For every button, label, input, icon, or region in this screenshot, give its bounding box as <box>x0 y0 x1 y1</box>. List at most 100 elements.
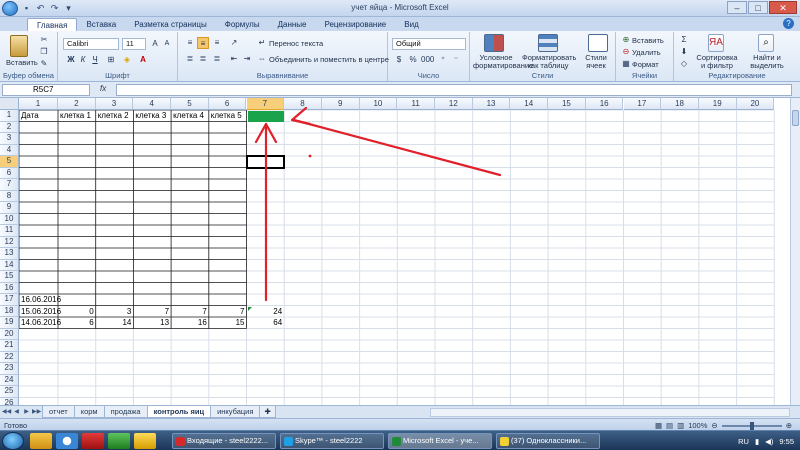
row-header[interactable]: 12 <box>0 236 19 248</box>
name-box[interactable]: R5C7 <box>2 84 90 96</box>
wrap-text-icon[interactable]: ↵ <box>256 37 268 49</box>
column-header[interactable]: 18 <box>661 98 699 110</box>
page-layout-view-icon[interactable]: ▤ <box>666 421 673 430</box>
start-button[interactable] <box>2 432 24 450</box>
decrease-indent-icon[interactable]: ⇤ <box>228 53 240 65</box>
sheet-tab-egg-control[interactable]: контроль яиц <box>146 406 212 418</box>
fill-color-icon[interactable]: ◈ <box>121 54 133 66</box>
italic-button[interactable]: К <box>77 54 89 66</box>
value-cell[interactable]: 0 <box>60 306 93 318</box>
prev-sheet-icon[interactable]: ◀ <box>12 407 21 417</box>
task-mail[interactable]: Входящие - steel2222... <box>172 433 276 449</box>
row-header[interactable]: 5 <box>0 156 19 168</box>
currency-icon[interactable]: $ <box>393 54 405 66</box>
header-cell[interactable]: Дата <box>21 110 56 122</box>
delete-cells-button[interactable]: Удалить <box>632 48 661 57</box>
tab-data[interactable]: Данные <box>269 18 316 31</box>
increase-indent-icon[interactable]: ⇥ <box>241 53 253 65</box>
total-cell[interactable]: 24 <box>249 306 282 318</box>
number-format-select[interactable]: Общий <box>392 38 466 50</box>
delete-cells-icon[interactable]: ⊖ <box>620 46 632 58</box>
format-painter-icon[interactable]: ✎ <box>38 58 50 70</box>
row-header[interactable]: 25 <box>0 386 19 398</box>
header-cell[interactable]: клетка 4 <box>173 110 207 122</box>
value-cell[interactable]: 7 <box>135 306 169 318</box>
orientation-icon[interactable]: ↗ <box>228 37 240 49</box>
volume-icon[interactable]: ◀) <box>765 437 773 446</box>
underline-button[interactable]: Ч <box>89 54 101 66</box>
media-player-icon[interactable] <box>56 433 78 449</box>
row-header[interactable]: 4 <box>0 144 19 156</box>
tab-page-layout[interactable]: Разметка страницы <box>125 18 216 31</box>
header-cell[interactable]: клетка 5 <box>211 110 245 122</box>
row-header[interactable]: 14 <box>0 259 19 271</box>
header-cell[interactable]: клетка 3 <box>135 110 169 122</box>
close-button[interactable]: ✕ <box>769 1 797 14</box>
insert-cells-icon[interactable]: ⊕ <box>620 34 632 46</box>
network-icon[interactable]: ▮ <box>755 437 759 446</box>
zoom-in-icon[interactable]: ⊕ <box>786 421 792 430</box>
column-header[interactable]: 20 <box>736 98 775 110</box>
vertical-scroll-thumb[interactable] <box>792 110 799 126</box>
column-header[interactable]: 13 <box>472 98 511 110</box>
row-header[interactable]: 2 <box>0 121 19 133</box>
next-sheet-icon[interactable]: ▶ <box>22 407 31 417</box>
column-header[interactable]: 6 <box>208 98 247 110</box>
language-indicator[interactable]: RU <box>738 437 749 446</box>
row-header[interactable]: 1 <box>0 110 19 122</box>
page-break-view-icon[interactable]: ▥ <box>677 421 684 430</box>
zoom-slider-knob[interactable] <box>749 421 754 430</box>
format-as-table-button[interactable]: Форматировать как таблицу <box>522 54 576 70</box>
cell-styles-button[interactable]: Стили ячеек <box>578 54 614 70</box>
row-header[interactable]: 23 <box>0 363 19 375</box>
row-header[interactable]: 11 <box>0 225 19 237</box>
fx-icon[interactable]: fx <box>100 84 106 93</box>
font-size-select[interactable]: 11 <box>122 38 146 50</box>
value-cell[interactable]: 6 <box>60 317 93 329</box>
column-header[interactable]: 1 <box>19 98 58 110</box>
row-header[interactable]: 8 <box>0 190 19 202</box>
row-header[interactable]: 13 <box>0 248 19 260</box>
worksheet-grid[interactable]: 1 2 3 4 5 6 7 8 9 10 11 12 13 14 15 16 17 18 19 20 1 2 3 4 5 6 7 8 9… <box>0 98 800 405</box>
find-select-icon[interactable]: ⌕ <box>758 34 774 52</box>
shrink-font-icon[interactable]: A <box>161 38 173 50</box>
value-cell[interactable]: 16 <box>173 317 207 329</box>
format-as-table-icon[interactable] <box>538 34 558 52</box>
normal-view-icon[interactable]: ▦ <box>655 421 662 430</box>
merge-center-button[interactable]: Объединить и поместить в центре <box>269 55 389 64</box>
date-cell[interactable]: 14.06.2016 <box>21 317 61 329</box>
row-header[interactable]: 9 <box>0 202 19 214</box>
row-header[interactable]: 26 <box>0 397 19 405</box>
row-header[interactable]: 16 <box>0 282 19 294</box>
explorer-icon[interactable] <box>30 433 52 449</box>
align-center-icon[interactable]: ≣ <box>197 53 209 65</box>
tab-formulas[interactable]: Формулы <box>216 18 269 31</box>
align-right-icon[interactable]: ≣ <box>211 53 223 65</box>
column-header[interactable]: 2 <box>58 98 96 110</box>
vertical-scrollbar[interactable] <box>790 98 800 405</box>
percent-icon[interactable]: % <box>407 54 419 66</box>
find-select-button[interactable]: Найти и выделить <box>744 54 790 70</box>
wrap-text-button[interactable]: Перенос текста <box>269 39 323 48</box>
date-cell[interactable]: 16.06.2016 <box>21 294 61 306</box>
sort-filter-button[interactable]: Сортировка и фильтр <box>694 54 740 70</box>
column-header[interactable]: 19 <box>698 98 737 110</box>
minimize-button[interactable]: – <box>727 1 747 14</box>
column-header[interactable]: 16 <box>585 98 624 110</box>
row-header[interactable]: 18 <box>0 305 19 317</box>
column-header[interactable]: 17 <box>623 98 662 110</box>
highlighted-cell[interactable] <box>247 111 285 122</box>
header-cell[interactable]: клетка 2 <box>98 110 132 122</box>
bold-button[interactable]: Ж <box>65 54 77 66</box>
tab-view[interactable]: Вид <box>395 18 427 31</box>
row-header[interactable]: 22 <box>0 351 19 363</box>
row-header[interactable]: 6 <box>0 167 19 179</box>
task-skype[interactable]: Skype™ - steel2222 <box>280 433 384 449</box>
zoom-out-icon[interactable]: ⊖ <box>711 421 717 430</box>
tab-insert[interactable]: Вставка <box>77 18 125 31</box>
font-name-select[interactable]: Calibri <box>63 38 119 50</box>
borders-icon[interactable]: ⊞ <box>105 54 117 66</box>
row-header[interactable]: 15 <box>0 271 19 283</box>
sheet-tab-report[interactable]: отчет <box>42 406 75 418</box>
font-color-icon[interactable]: A <box>137 54 149 66</box>
